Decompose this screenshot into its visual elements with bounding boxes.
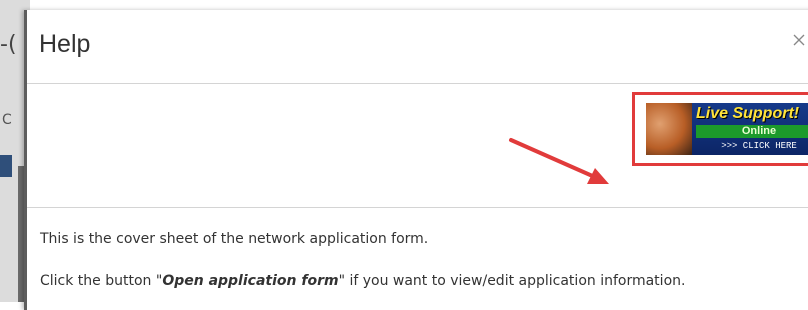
help-text-suffix: " if you want to view/edit application i…	[338, 273, 686, 289]
support-agent-icon	[646, 103, 692, 155]
background-nav-bar	[0, 155, 12, 177]
help-text-line: Click the button "Open application form"…	[40, 273, 685, 289]
help-text-line: This is the cover sheet of the network a…	[40, 231, 429, 247]
close-icon[interactable]	[791, 32, 807, 48]
live-support-headline: Live Support!	[696, 105, 800, 122]
online-status-badge: Online	[696, 125, 808, 138]
click-here-label: >>> CLICK HERE	[721, 141, 797, 151]
modal-header: Help	[27, 10, 808, 84]
highlight-box: Live Support! Online >>> CLICK HERE	[632, 92, 808, 166]
help-modal: Help Live Support! Online >>> CLICK HERE…	[24, 10, 808, 310]
banner-area: Live Support! Online >>> CLICK HERE	[27, 84, 808, 208]
background-text-fragment: C	[2, 112, 12, 128]
open-form-button-reference: Open application form	[162, 273, 339, 289]
modal-title: Help	[39, 30, 91, 58]
help-text-prefix: Click the button "	[40, 273, 163, 289]
background-text-fragment: -(	[0, 32, 17, 57]
live-support-button[interactable]: Live Support! Online >>> CLICK HERE	[646, 103, 808, 155]
red-arrow-icon	[509, 138, 609, 184]
